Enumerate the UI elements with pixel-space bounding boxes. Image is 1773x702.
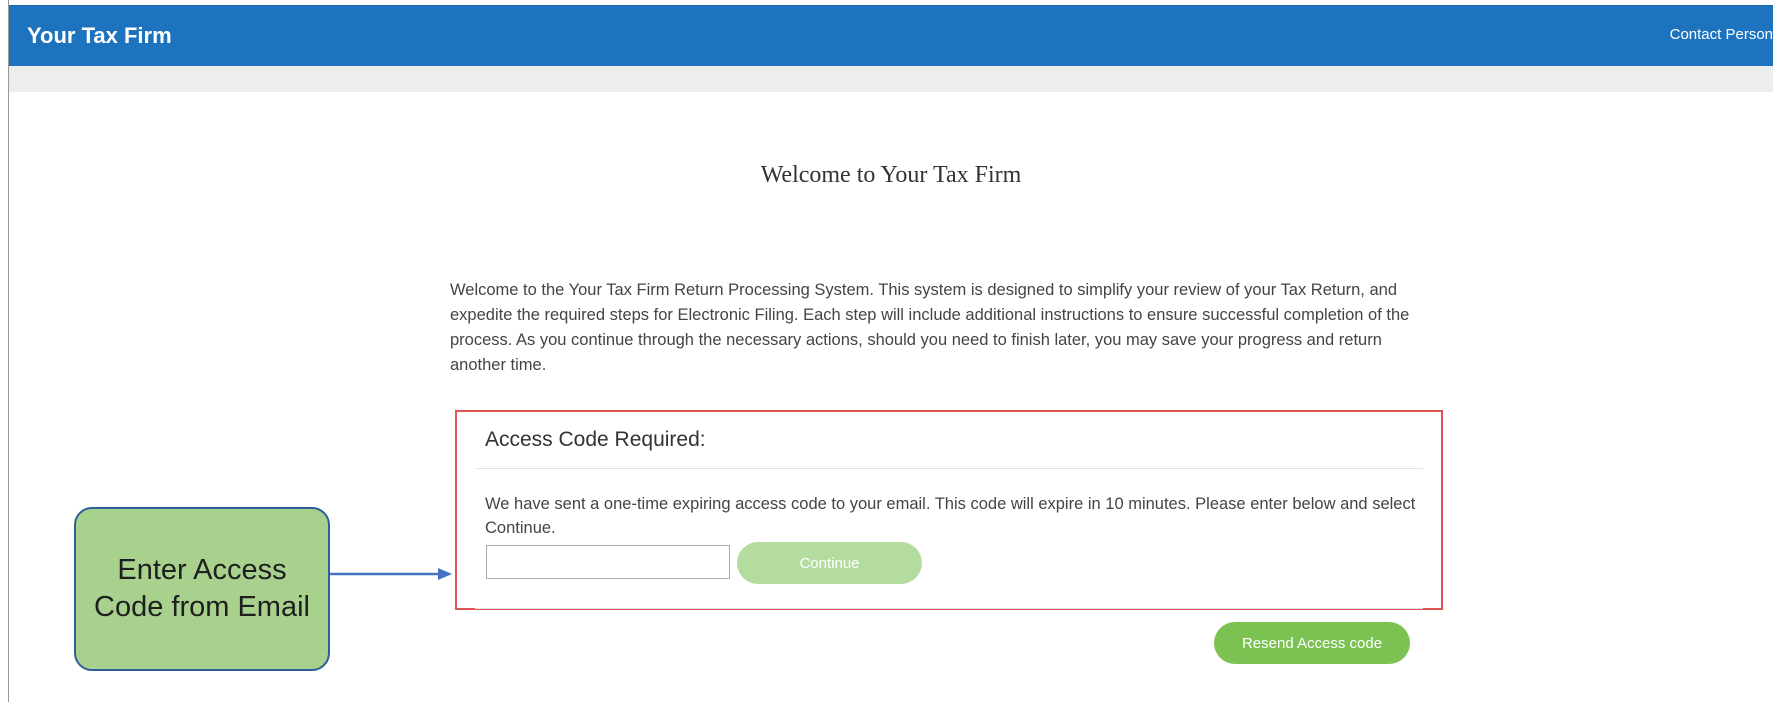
sub-header-bar (9, 66, 1773, 92)
contact-person-link[interactable]: Contact Person (1670, 25, 1773, 45)
callout-text: Enter Access Code from Email (94, 554, 310, 623)
resend-access-code-button[interactable]: Resend Access code (1214, 622, 1410, 664)
panel-bottom-divider (475, 608, 1423, 609)
access-code-title: Access Code Required: (485, 428, 706, 451)
instruction-callout: Enter Access Code from Email (74, 507, 330, 671)
intro-text: Welcome to the Your Tax Firm Return Proc… (450, 281, 1410, 374)
access-code-message: We have sent a one-time expiring access … (485, 495, 1416, 537)
brand-title[interactable]: Your Tax Firm (27, 22, 172, 50)
continue-button[interactable]: Continue (737, 542, 922, 584)
page-title: Welcome to Your Tax Firm (760, 162, 1022, 188)
top-header-bar: Your Tax Firm Contact Person (9, 5, 1773, 67)
access-code-input[interactable] (486, 545, 730, 579)
arrow-right-icon (330, 568, 452, 580)
panel-divider (475, 468, 1423, 469)
access-code-panel: Access Code Required: We have sent a one… (455, 410, 1443, 610)
window-left-border (8, 0, 9, 702)
page: Your Tax Firm Contact Person Welcome to … (0, 0, 1773, 702)
